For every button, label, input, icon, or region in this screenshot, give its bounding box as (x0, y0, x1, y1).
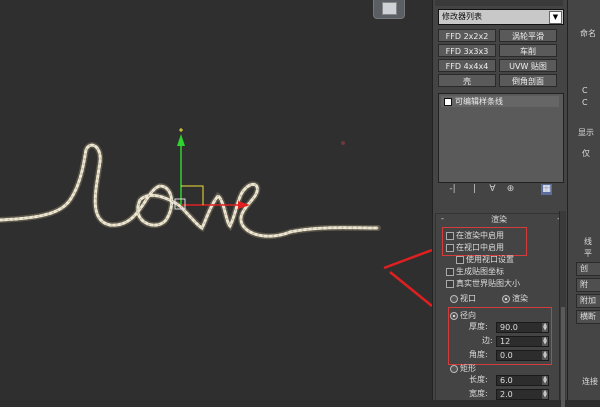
generate-mapping-coords-label: 生成贴图坐标 (456, 267, 504, 276)
render-mode-label: 渲染 (512, 294, 528, 303)
gizmo-plane-handle[interactable] (181, 185, 204, 205)
only-label: 仅 (582, 149, 590, 158)
bevel-profile-button[interactable]: 倒角剖面 (499, 74, 557, 87)
object-name-strip (435, 0, 563, 6)
viewport-scene (0, 128, 432, 307)
width-value[interactable]: 2.0 (500, 390, 513, 399)
attach-button[interactable]: 附 (576, 278, 600, 292)
rollout-collapse-icon[interactable]: - (441, 214, 444, 223)
shell-button[interactable]: 壳 (438, 74, 496, 87)
annotation-arrows (383, 248, 432, 307)
modify-panel: 修改器列表 ▼ FFD 2x2x2 涡轮平滑 FFD 3x3x3 车削 FFD … (432, 0, 567, 401)
configure-sets-icon[interactable]: ▦ (541, 184, 552, 195)
flat-radio-label[interactable]: 平 (584, 248, 592, 259)
rectangular-radio[interactable]: 矩形 (450, 364, 476, 374)
render-mode-radio[interactable]: 渲染 (502, 294, 528, 304)
modifier-list-label: 修改器列表 (442, 12, 482, 21)
lathe-button[interactable]: 车削 (499, 44, 557, 57)
render-rollout-header[interactable]: - 渲染 - (436, 214, 564, 225)
connect-label: 连接 (582, 377, 598, 386)
remove-modifier-icon[interactable]: ⊕ (505, 184, 516, 195)
viewcube-icon[interactable] (373, 0, 405, 19)
stack-item-editable-spline[interactable]: 可编辑样条线 (441, 96, 559, 107)
panel-scrollbar[interactable] (559, 211, 566, 407)
use-viewport-settings-label: 使用视口设置 (466, 255, 514, 264)
modifier-list-dropdown[interactable]: 修改器列表 ▼ (438, 9, 564, 25)
rectangular-label: 矩形 (460, 364, 476, 373)
secondary-panel: 命名 C C 显示 仅 线 平 创 附 附加 横断 连接 (567, 0, 600, 400)
turbosmooth-button[interactable]: 涡轮平滑 (499, 29, 557, 42)
make-unique-icon[interactable]: ∀ (487, 184, 498, 195)
render-rollout: - 渲染 - 在渲染中启用 在视口中启用 使用视口设置 生成贴图坐标 真实世界贴… (435, 213, 565, 401)
rollout-title: 渲染 (491, 215, 507, 224)
spinner-arrows-icon[interactable]: ▲ ▼ (542, 376, 548, 385)
display-label: 显示 (578, 128, 594, 137)
radio-icon[interactable] (450, 365, 458, 373)
naming-label: 命名 (580, 29, 596, 38)
pivot-marker (341, 141, 345, 145)
use-viewport-settings-checkbox[interactable]: 使用视口设置 (456, 254, 514, 265)
highlight-box-enable (442, 227, 527, 256)
radio-selected-icon[interactable] (502, 295, 510, 303)
generate-mapping-coords-checkbox[interactable]: 生成贴图坐标 (446, 266, 504, 277)
ffd3-button[interactable]: FFD 3x3x3 (438, 44, 496, 57)
stack-item-label: 可编辑样条线 (455, 97, 503, 106)
ffd4-button[interactable]: FFD 4x4x4 (438, 59, 496, 72)
uvw-map-button[interactable]: UVW 贴图 (499, 59, 557, 72)
length-label: 长度: (469, 375, 488, 384)
checkbox-icon[interactable] (446, 268, 454, 276)
ffd2-button[interactable]: FFD 2x2x2 (438, 29, 496, 42)
radio-icon[interactable] (450, 295, 458, 303)
cross-section-button[interactable]: 横断 (576, 310, 600, 324)
pin-stack-icon[interactable]: -| (447, 184, 458, 195)
width-spinner[interactable]: 2.0 ▲ ▼ (496, 389, 549, 400)
gizmo-y-arrow-icon[interactable] (177, 134, 185, 146)
viewport[interactable] (0, 0, 432, 400)
create-line-button[interactable]: 创 (576, 262, 600, 276)
length-value[interactable]: 6.0 (500, 376, 513, 385)
side-item-c1: C (582, 86, 588, 95)
lightbulb-icon[interactable] (444, 98, 452, 106)
attach-mult-button[interactable]: 附加 (576, 294, 600, 308)
show-end-result-icon[interactable]: | (469, 184, 480, 195)
width-label: 宽度: (469, 389, 488, 398)
highlight-box-radial (448, 307, 552, 365)
real-world-map-size-label: 真实世界贴图大小 (456, 279, 520, 288)
modifier-stack[interactable]: 可编辑样条线 (438, 93, 564, 183)
checkbox-icon[interactable] (456, 256, 464, 264)
checkbox-icon[interactable] (446, 280, 454, 288)
viewport-mode-label: 视口 (460, 294, 476, 303)
stack-toolbar: -| | ∀ ⊕ ▦ (443, 183, 561, 197)
length-spinner[interactable]: 6.0 ▲ ▼ (496, 375, 549, 386)
side-item-c2: C (582, 98, 588, 107)
scrollbar-thumb[interactable] (561, 307, 565, 407)
move-gizmo[interactable] (174, 128, 345, 210)
line-radio-label[interactable]: 线 (584, 236, 592, 247)
spinner-arrows-icon[interactable]: ▲ ▼ (542, 390, 548, 399)
love-rope-spline[interactable] (0, 142, 381, 240)
real-world-map-size-checkbox[interactable]: 真实世界贴图大小 (446, 278, 520, 289)
chevron-down-icon[interactable]: ▼ (549, 11, 562, 24)
viewport-mode-radio[interactable]: 视口 (450, 294, 476, 304)
